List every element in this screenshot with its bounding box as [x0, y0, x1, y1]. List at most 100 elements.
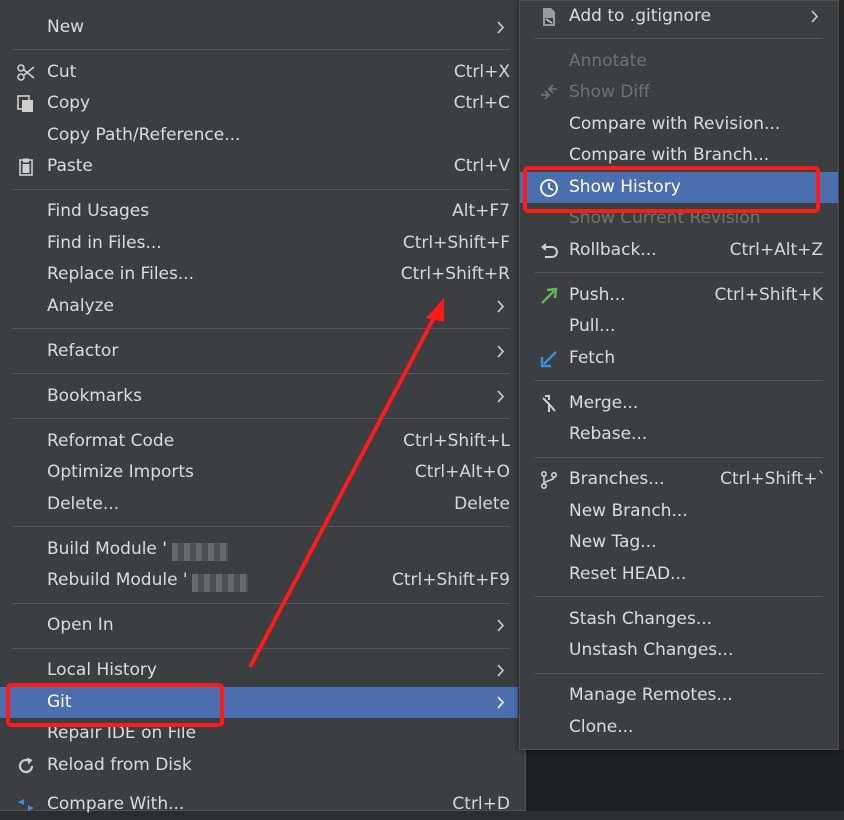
menu-item-label: Reload from Disk: [47, 755, 192, 775]
menu-separator: [535, 272, 823, 273]
menu-item-analyze[interactable]: Analyze: [0, 291, 524, 322]
menu-item-rebuild-module[interactable]: Rebuild Module ' Ctrl+Shift+F9: [0, 565, 524, 596]
menu-item-annotate[interactable]: Annotate: [520, 46, 838, 77]
menu-separator: [535, 380, 823, 381]
menu-item-reset-head[interactable]: Reset HEAD...: [520, 559, 838, 590]
menu-item-label: New Branch...: [569, 501, 688, 521]
push-arrow-icon: [541, 287, 558, 304]
menu-item-add-to-gitignore[interactable]: Add to .gitignore: [520, 1, 838, 32]
merge-icon: [542, 395, 556, 412]
menu-item-rollback[interactable]: Rollback... Ctrl+Alt+Z: [520, 235, 838, 266]
menu-item-shortcut: Ctrl+Shift+`: [720, 469, 826, 489]
menu-item-stash-changes[interactable]: Stash Changes...: [520, 604, 838, 635]
redacted-module-name: [192, 574, 248, 592]
menu-item-shortcut: Ctrl+Alt+Z: [729, 240, 823, 260]
chevron-right-icon: [497, 345, 505, 358]
menu-item-build-module[interactable]: Build Module ': [0, 534, 524, 565]
menu-item-new[interactable]: New: [0, 12, 524, 43]
menu-separator: [535, 596, 823, 597]
menu-item-label: Bookmarks: [47, 386, 142, 406]
menu-item-label: Find in Files...: [47, 233, 162, 253]
menu-item-find-in-files[interactable]: Find in Files... Ctrl+Shift+F: [0, 228, 524, 259]
menu-item-shortcut: Ctrl+Shift+R: [400, 264, 510, 284]
menu-item-label: Find Usages: [47, 201, 150, 221]
menu-item-branches[interactable]: Branches... Ctrl+Shift+`: [520, 464, 838, 495]
menu-separator: [12, 373, 510, 374]
menu-item-compare-with-revision[interactable]: Compare with Revision...: [520, 109, 838, 140]
menu-item-bookmarks[interactable]: Bookmarks: [0, 381, 524, 412]
menu-item-label: Open In: [47, 615, 114, 635]
reload-icon: [18, 757, 34, 774]
menu-item-merge[interactable]: Merge...: [520, 388, 838, 419]
menu-item-label: Annotate: [569, 51, 647, 71]
menu-item-find-usages[interactable]: Find Usages Alt+F7: [0, 196, 524, 227]
menu-separator: [12, 49, 510, 50]
menu-separator: [12, 328, 510, 329]
menu-item-rebase[interactable]: Rebase...: [520, 419, 838, 450]
menu-item-reload-from-disk[interactable]: Reload from Disk: [0, 750, 524, 781]
menu-item-show-diff[interactable]: Show Diff: [520, 77, 838, 108]
menu-item-label: Stash Changes...: [569, 609, 713, 629]
menu-item-label: Rebase...: [569, 424, 648, 444]
menu-item-copy-path[interactable]: Copy Path/Reference...: [0, 120, 524, 151]
menu-item-fetch[interactable]: Fetch: [520, 343, 838, 374]
menu-item-label: Merge...: [569, 393, 639, 413]
menu-item-label: Analyze: [47, 296, 114, 316]
annotation-highlight-show-history: [523, 166, 820, 213]
menu-item-compare-with[interactable]: Compare With... Ctrl+D: [0, 789, 524, 820]
menu-separator: [12, 526, 510, 527]
menu-separator: [535, 457, 823, 458]
menu-item-copy[interactable]: Copy Ctrl+C: [0, 88, 524, 119]
menu-separator: [12, 418, 510, 419]
menu-item-clone[interactable]: Clone...: [520, 712, 838, 743]
menu-item-label: Compare with Revision...: [569, 114, 781, 134]
git-submenu: Add to .gitignore Annotate Show Diff Com…: [519, 0, 839, 750]
menu-item-optimize-imports[interactable]: Optimize Imports Ctrl+Alt+O: [0, 457, 524, 488]
menu-item-label: Rollback...: [569, 240, 657, 260]
menu-item-replace-in-files[interactable]: Replace in Files... Ctrl+Shift+R: [0, 259, 524, 290]
menu-item-label: Add to .gitignore: [569, 6, 712, 26]
menu-item-new-tag[interactable]: New Tag...: [520, 527, 838, 558]
chevron-right-icon: [497, 619, 505, 632]
fetch-arrow-icon: [540, 351, 557, 368]
menu-item-cut[interactable]: Cut Ctrl+X: [0, 57, 524, 88]
menu-item-label: Rebuild Module ': [47, 570, 188, 590]
menu-item-local-history[interactable]: Local History: [0, 655, 524, 686]
menu-item-label: Push...: [569, 285, 626, 305]
menu-item-refactor[interactable]: Refactor: [0, 336, 524, 367]
menu-item-label: Reformat Code: [47, 431, 175, 451]
diff-icon: [541, 84, 557, 100]
menu-item-manage-remotes[interactable]: Manage Remotes...: [520, 680, 838, 711]
menu-item-shortcut: Alt+F7: [452, 201, 510, 221]
menu-item-reformat-code[interactable]: Reformat Code Ctrl+Shift+L: [0, 426, 524, 457]
menu-item-shortcut: Ctrl+V: [453, 156, 510, 176]
menu-item-unstash-changes[interactable]: Unstash Changes...: [520, 635, 838, 666]
menu-item-delete[interactable]: Delete... Delete: [0, 489, 524, 520]
menu-item-label: Manage Remotes...: [569, 685, 733, 705]
menu-item-label: Refactor: [47, 341, 119, 361]
menu-item-pull[interactable]: Pull...: [520, 311, 838, 342]
menu-item-shortcut: Ctrl+Shift+F: [402, 233, 510, 253]
menu-item-label: Delete...: [47, 494, 120, 514]
compare-icon: [18, 799, 34, 811]
menu-item-label: New: [47, 17, 85, 37]
copy-icon: [17, 95, 33, 112]
menu-separator: [12, 648, 510, 649]
menu-item-shortcut: Ctrl+D: [452, 794, 510, 814]
menu-item-label: Clone...: [569, 717, 634, 737]
chevron-right-icon: [497, 664, 505, 677]
chevron-right-icon: [497, 696, 505, 709]
menu-separator: [535, 673, 823, 674]
menu-item-label: Build Module ': [47, 539, 167, 559]
branch-icon: [540, 470, 558, 490]
chevron-right-icon: [497, 21, 505, 34]
menu-item-paste[interactable]: Paste Ctrl+V: [0, 151, 524, 182]
menu-item-shortcut: Delete: [454, 494, 510, 514]
menu-item-label: Fetch: [569, 348, 616, 368]
menu-item-push[interactable]: Push... Ctrl+Shift+K: [520, 280, 838, 311]
menu-item-label: Paste: [47, 156, 93, 176]
menu-item-new-branch[interactable]: New Branch...: [520, 496, 838, 527]
menu-item-shortcut: Ctrl+Shift+K: [714, 285, 823, 305]
menu-item-open-in[interactable]: Open In: [0, 610, 524, 641]
annotation-highlight-git: [6, 683, 224, 727]
